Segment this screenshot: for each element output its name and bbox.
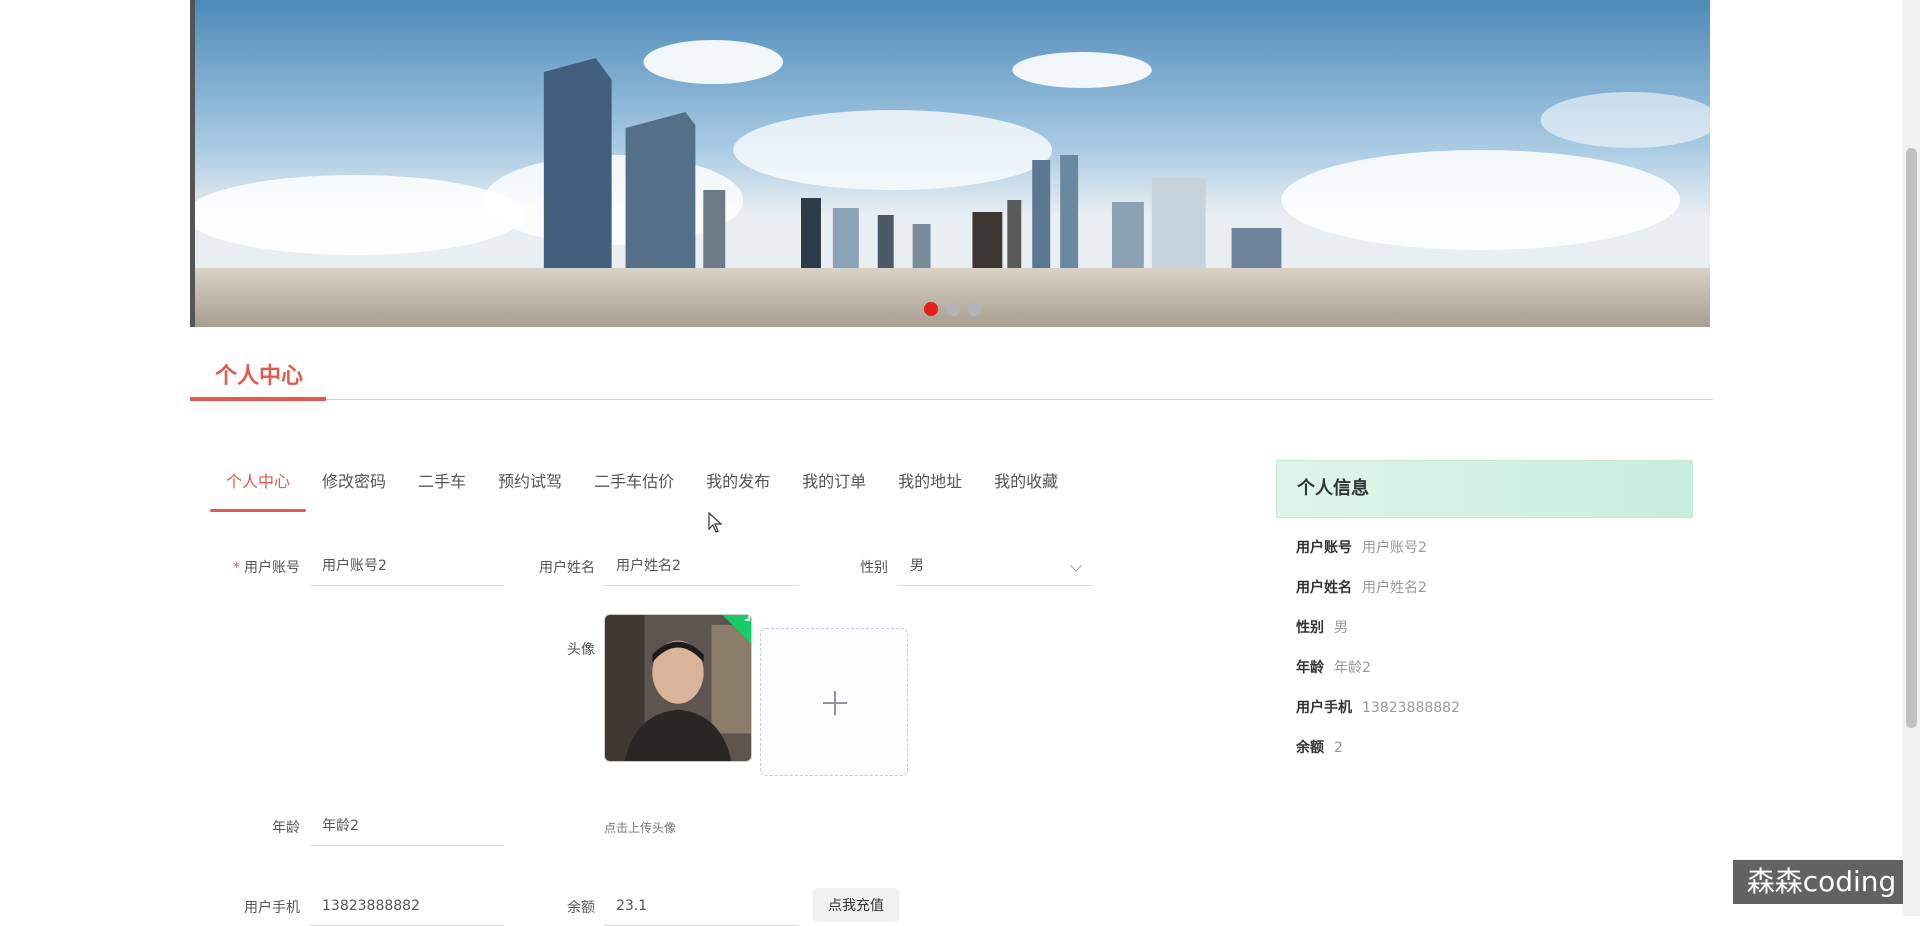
- banner-carousel[interactable]: [190, 0, 1710, 327]
- phone-label: 用户手机: [244, 900, 300, 916]
- scrollbar-thumb[interactable]: [1906, 148, 1917, 728]
- avatar-image: [605, 615, 751, 761]
- tab-used-cars[interactable]: 二手车: [402, 466, 482, 506]
- mouse-cursor-icon: [708, 512, 723, 533]
- chevron-down-icon: [1070, 560, 1082, 572]
- page-scrollbar[interactable]: [1903, 0, 1920, 916]
- account-field[interactable]: 用户账号2: [310, 546, 504, 586]
- user-center-tabs: 个人中心 修改密码 二手车 预约试驾 二手车估价 我的发布 我的订单 我的地址 …: [210, 466, 1074, 512]
- tab-test-drive[interactable]: 预约试驾: [482, 466, 578, 506]
- required-mark: *: [233, 560, 240, 576]
- balance-label: 余额: [567, 900, 595, 916]
- tab-my-addresses[interactable]: 我的地址: [882, 466, 978, 506]
- info-row-balance: 余额 2: [1296, 740, 1343, 756]
- avatar-preview[interactable]: [604, 614, 752, 762]
- banner-image: [195, 0, 1710, 327]
- tab-car-valuation[interactable]: 二手车估价: [578, 466, 690, 506]
- section-title-underline: [190, 397, 326, 401]
- account-label: * 用户账号: [233, 560, 300, 576]
- gender-select[interactable]: 男: [898, 546, 1092, 586]
- tab-my-orders[interactable]: 我的订单: [786, 466, 882, 506]
- gender-select-value: 男: [910, 558, 924, 574]
- info-row-account: 用户账号 用户账号2: [1296, 540, 1427, 556]
- gender-label: 性别: [860, 560, 888, 576]
- watermark: 森森coding: [1733, 860, 1910, 904]
- tab-my-posts[interactable]: 我的发布: [690, 466, 786, 506]
- name-field[interactable]: 用户姓名2: [604, 546, 799, 586]
- tab-personal-center[interactable]: 个人中心: [210, 466, 307, 512]
- info-row-phone: 用户手机 13823888882: [1296, 700, 1460, 716]
- avatar-upload-button[interactable]: [760, 628, 908, 776]
- carousel-dot-1[interactable]: [923, 302, 938, 316]
- balance-field[interactable]: 23.1: [604, 886, 799, 926]
- age-field[interactable]: 年龄2: [310, 806, 504, 846]
- avatar-label: 头像: [567, 642, 595, 658]
- tab-my-favorites[interactable]: 我的收藏: [978, 466, 1074, 506]
- check-icon: [744, 615, 750, 621]
- carousel-dot-2[interactable]: [945, 302, 960, 316]
- age-label: 年龄: [272, 820, 300, 836]
- carousel-dots: [195, 302, 1710, 316]
- info-row-gender: 性别男: [1296, 620, 1348, 636]
- info-panel-title: 个人信息: [1276, 460, 1693, 518]
- plus-icon: [823, 691, 847, 715]
- info-row-name: 用户姓名 用户姓名2: [1296, 580, 1427, 596]
- upload-hint: 点击上传头像: [604, 821, 677, 835]
- recharge-button[interactable]: 点我充值: [813, 888, 899, 922]
- tab-change-password[interactable]: 修改密码: [306, 466, 402, 506]
- carousel-dot-3[interactable]: [967, 302, 982, 316]
- personal-info-panel: 个人信息 用户账号 用户账号2 用户姓名 用户姓名2 性别男 年龄 年龄2 用户手机 1…: [1276, 460, 1693, 768]
- phone-field[interactable]: 13823888882: [310, 886, 504, 926]
- info-row-age: 年龄 年龄2: [1296, 660, 1371, 676]
- section-title: 个人中心: [215, 364, 304, 389]
- section-header: 个人中心: [190, 352, 1713, 401]
- name-label: 用户姓名: [539, 560, 595, 576]
